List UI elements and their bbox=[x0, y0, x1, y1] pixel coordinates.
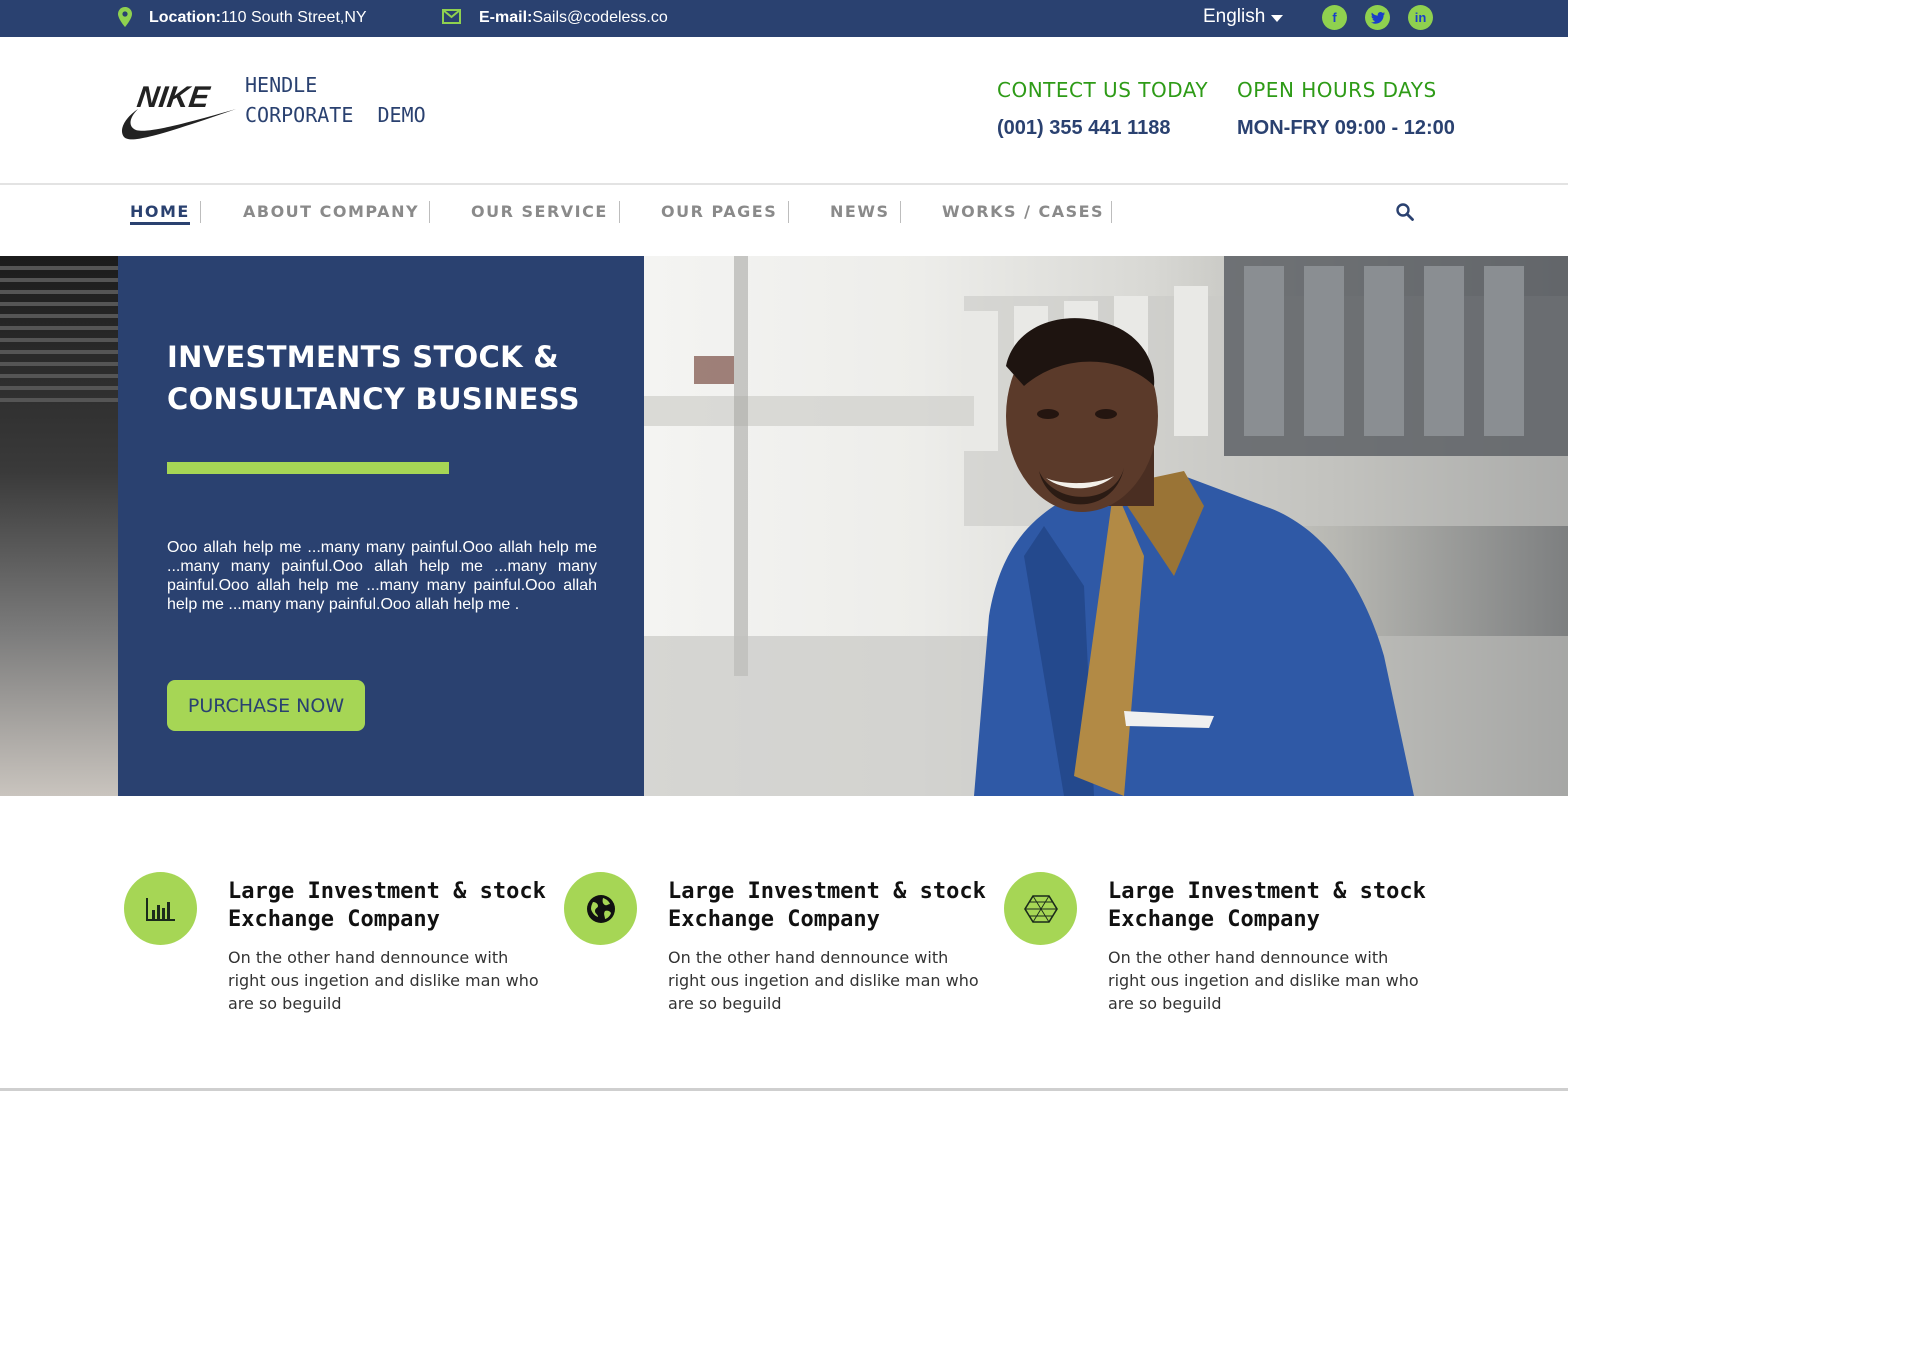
location-pin-icon bbox=[118, 7, 132, 27]
nav-item-works-cases[interactable]: WORKS / CASES bbox=[942, 202, 1104, 221]
hours-label: OPEN HOURS DAYS bbox=[1237, 78, 1437, 102]
nav-separator bbox=[200, 201, 201, 223]
nav-item-our-pages[interactable]: OUR PAGES bbox=[661, 202, 777, 221]
hexagon-net-icon bbox=[1023, 894, 1058, 923]
nike-logo[interactable]: NIKE bbox=[120, 79, 238, 143]
contact-label: CONTECT US TODAY bbox=[997, 78, 1209, 102]
feature-title: Large Investment & stock Exchange Compan… bbox=[228, 879, 546, 932]
email-info: E-mail: Sails@codeless.co bbox=[479, 9, 668, 27]
nav-separator bbox=[1111, 201, 1112, 223]
purchase-now-button[interactable]: PURCHASE NOW bbox=[167, 680, 365, 731]
twitter-bird-glyph bbox=[1370, 11, 1385, 24]
location-value: 110 South Street,NY bbox=[221, 9, 367, 26]
facebook-icon[interactable]: f bbox=[1322, 5, 1347, 30]
feature-text: On the other hand dennounce with right o… bbox=[1108, 948, 1419, 1013]
hero-background-left bbox=[0, 256, 118, 796]
nav-item-news[interactable]: NEWS bbox=[830, 202, 890, 221]
globe-icon bbox=[586, 894, 615, 923]
language-label: English bbox=[1203, 6, 1266, 27]
email-label: E-mail: bbox=[479, 9, 533, 26]
feature-icon-circle bbox=[124, 872, 197, 945]
hero-panel: INVESTMENTS STOCK & CONSULTANCY BUSINESS… bbox=[118, 256, 644, 796]
contact-phone[interactable]: (001) 355 441 1188 bbox=[997, 117, 1171, 140]
hero-title: INVESTMENTS STOCK & CONSULTANCY BUSINESS bbox=[167, 340, 580, 416]
brand-line-2: CORPORATE DEMO bbox=[245, 103, 426, 127]
nav-item-about-company[interactable]: ABOUT COMPANY bbox=[243, 202, 419, 221]
nav-item-our-service[interactable]: OUR SERVICE bbox=[471, 202, 608, 221]
chevron-down-icon bbox=[1271, 14, 1284, 22]
search-icon[interactable] bbox=[1396, 203, 1414, 221]
bar-chart-icon bbox=[145, 897, 175, 921]
nav-separator bbox=[619, 201, 620, 223]
feature-icon-circle bbox=[1004, 872, 1077, 945]
logo-wordmark: NIKE bbox=[135, 81, 212, 114]
feature-card: Large Investment & stock Exchange Compan… bbox=[1004, 872, 1426, 1022]
feature-title: Large Investment & stock Exchange Compan… bbox=[668, 879, 986, 932]
linkedin-icon[interactable]: in bbox=[1408, 5, 1433, 30]
top-bar: Location: 110 South Street,NY E-mail: Sail… bbox=[0, 0, 1568, 37]
feature-title: Large Investment & stock Exchange Compan… bbox=[1108, 879, 1426, 932]
location-label: Location: bbox=[149, 9, 221, 26]
hero-description: Ooo allah help me ...many many painful.O… bbox=[167, 539, 597, 613]
feature-card: Large Investment & stock Exchange Compan… bbox=[124, 872, 546, 1022]
feature-icon-circle bbox=[564, 872, 637, 945]
nav-separator bbox=[429, 201, 430, 223]
hero-photo-businessman bbox=[644, 256, 1568, 796]
hero-section: INVESTMENTS STOCK & CONSULTANCY BUSINESS… bbox=[0, 256, 1568, 796]
brand-line-1: HENDLE bbox=[245, 73, 318, 97]
main-nav: HOME ABOUT COMPANY OUR SERVICE OUR PAGES… bbox=[0, 187, 1568, 256]
location-info: Location: 110 South Street,NY bbox=[149, 9, 367, 27]
hero-photo-illustration bbox=[644, 256, 1568, 796]
feature-text: On the other hand dennounce with right o… bbox=[668, 948, 979, 1013]
nav-separator bbox=[900, 201, 901, 223]
brand-name: HENDLE CORPORATE DEMO bbox=[245, 70, 426, 130]
section-divider bbox=[0, 1088, 1568, 1091]
feature-text: On the other hand dennounce with right o… bbox=[228, 948, 539, 1013]
language-selector[interactable]: English bbox=[1203, 6, 1284, 28]
nav-separator bbox=[788, 201, 789, 223]
feature-card: Large Investment & stock Exchange Compan… bbox=[564, 872, 986, 1022]
hero-accent-bar bbox=[167, 462, 449, 474]
hours-value: MON-FRY 09:00 - 12:00 bbox=[1237, 117, 1455, 139]
nav-item-home[interactable]: HOME bbox=[130, 202, 190, 225]
site-header: NIKE HENDLE CORPORATE DEMO CONTECT US TO… bbox=[0, 37, 1568, 185]
twitter-icon[interactable] bbox=[1365, 5, 1390, 30]
email-value[interactable]: Sails@codeless.co bbox=[532, 9, 667, 27]
envelope-icon bbox=[442, 9, 461, 24]
